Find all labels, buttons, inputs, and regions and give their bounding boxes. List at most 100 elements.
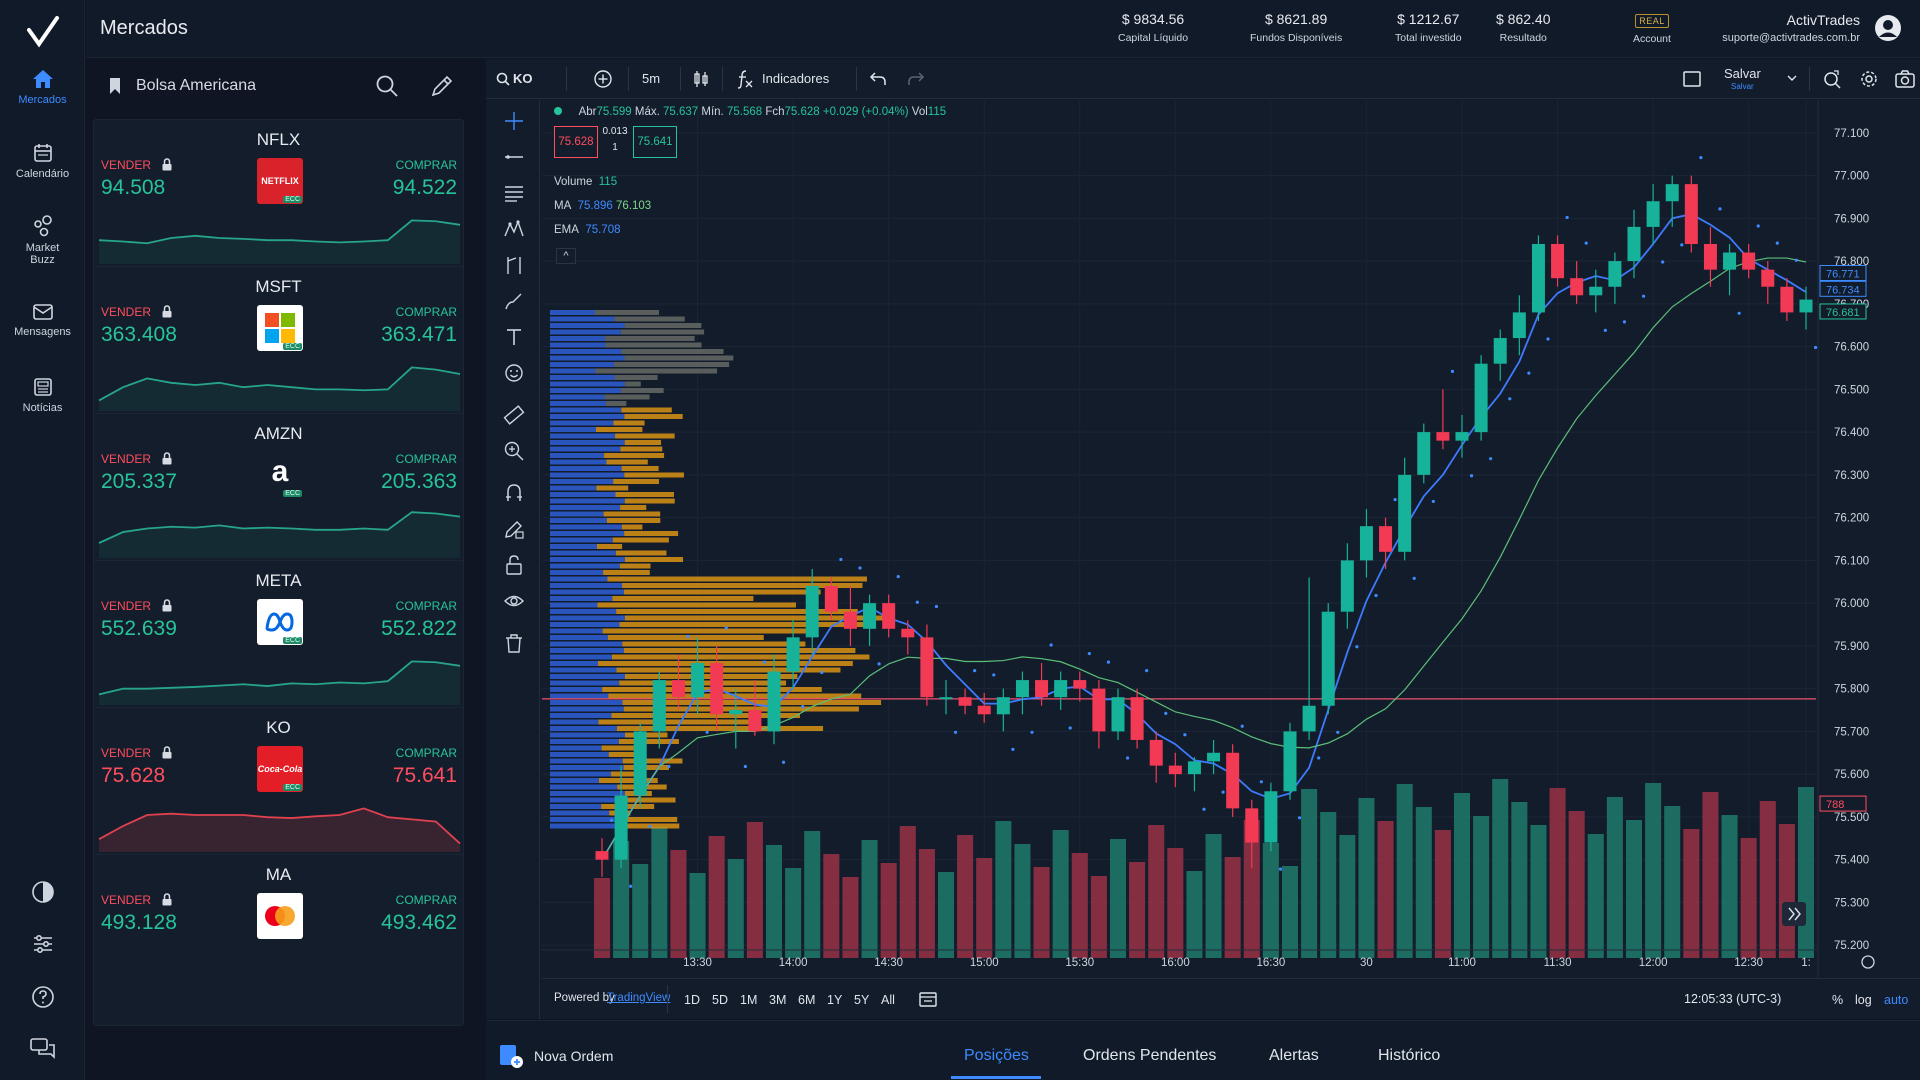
- watchlist-card-ma[interactable]: MA VENDER COMPRAR 493.128 493.462: [93, 854, 464, 1026]
- compare-add-icon[interactable]: [593, 69, 613, 89]
- pattern-tool-icon[interactable]: [503, 218, 525, 240]
- sell-price[interactable]: 493.128: [101, 911, 177, 935]
- stat-account[interactable]: REAL Account: [1633, 11, 1671, 45]
- theme-toggle-button[interactable]: [0, 880, 85, 909]
- symbol-search-icon[interactable]: [496, 72, 510, 86]
- collapse-legend-button[interactable]: ^: [556, 248, 576, 264]
- range-6m[interactable]: 6M: [798, 993, 815, 1007]
- percent-toggle[interactable]: %: [1832, 993, 1843, 1007]
- sell-price[interactable]: 94.508: [101, 176, 165, 200]
- horizontal-lines-icon[interactable]: [503, 182, 525, 204]
- tab-posicoes[interactable]: Posições: [964, 1047, 1029, 1065]
- cocacola-logo: Coca-Cola ECC: [257, 746, 303, 792]
- trend-line-icon[interactable]: [503, 146, 525, 168]
- activtrades-logo-icon[interactable]: [25, 14, 61, 50]
- sell-label[interactable]: VENDER: [101, 599, 151, 613]
- auto-toggle[interactable]: auto: [1884, 993, 1908, 1007]
- brush-icon[interactable]: [503, 290, 525, 312]
- rail-item-mensagens[interactable]: Mensagens: [0, 302, 85, 338]
- buy-price[interactable]: 94.522: [393, 176, 457, 200]
- undo-icon[interactable]: [869, 71, 887, 87]
- buy-price[interactable]: 205.363: [381, 470, 457, 494]
- new-order-button[interactable]: Nova Ordem: [534, 1048, 613, 1064]
- save-button[interactable]: Salvar: [1724, 66, 1761, 81]
- sell-label[interactable]: VENDER: [101, 746, 151, 760]
- buy-label[interactable]: COMPRAR: [396, 893, 457, 907]
- range-all[interactable]: All: [881, 993, 895, 1007]
- rail-item-calendario[interactable]: Calendário: [0, 142, 85, 180]
- camera-icon[interactable]: [1894, 69, 1916, 89]
- buy-price[interactable]: 493.462: [381, 911, 457, 935]
- emoji-icon[interactable]: [503, 362, 525, 384]
- range-5y[interactable]: 5Y: [854, 993, 869, 1007]
- watchlist-name[interactable]: Bolsa Americana: [136, 77, 256, 95]
- tradingview-link[interactable]: TradingView: [607, 992, 670, 1004]
- tab-alertas[interactable]: Alertas: [1269, 1047, 1319, 1065]
- psar-dot: [820, 670, 824, 675]
- search-icon[interactable]: [375, 74, 399, 98]
- new-order-icon[interactable]: [498, 1043, 524, 1069]
- text-tool-icon[interactable]: [503, 326, 525, 348]
- quick-search-icon[interactable]: [1822, 69, 1842, 89]
- gear-icon[interactable]: [1859, 69, 1879, 89]
- buy-price[interactable]: 75.641: [393, 764, 457, 788]
- tab-historico[interactable]: Histórico: [1378, 1047, 1440, 1065]
- help-button[interactable]: [0, 985, 85, 1014]
- chat-button[interactable]: [0, 1036, 85, 1065]
- magnet-icon[interactable]: [503, 482, 525, 504]
- redo-icon[interactable]: [907, 71, 925, 87]
- indicators-fx-icon[interactable]: [736, 69, 754, 89]
- fork-tool-icon[interactable]: [503, 254, 525, 276]
- user-avatar-icon[interactable]: [1874, 14, 1902, 42]
- zoom-in-icon[interactable]: [503, 440, 525, 462]
- edit-pencil-icon[interactable]: [430, 74, 454, 98]
- sell-label[interactable]: VENDER: [101, 452, 151, 466]
- sell-price[interactable]: 75.628: [101, 764, 165, 788]
- lock-icon[interactable]: [503, 554, 525, 576]
- range-1d[interactable]: 1D: [684, 993, 700, 1007]
- date-range-icon[interactable]: [918, 990, 938, 1008]
- range-1m[interactable]: 1M: [740, 993, 757, 1007]
- sell-price[interactable]: 552.639: [101, 617, 177, 641]
- candle-type-icon[interactable]: [691, 69, 711, 89]
- sell-label[interactable]: VENDER: [101, 893, 151, 907]
- sell-price[interactable]: 363.408: [101, 323, 177, 347]
- buy-price[interactable]: 363.471: [381, 323, 457, 347]
- buy-label[interactable]: COMPRAR: [396, 452, 457, 466]
- pencil-lock-icon[interactable]: [503, 518, 525, 540]
- ruler-icon[interactable]: [503, 404, 525, 426]
- clock-text[interactable]: 12:05:33 (UTC-3): [1684, 992, 1781, 1006]
- range-3m[interactable]: 3M: [769, 993, 786, 1007]
- sell-label[interactable]: VENDER: [101, 158, 151, 172]
- layout-icon[interactable]: [1682, 70, 1702, 88]
- buy-label[interactable]: COMPRAR: [396, 599, 457, 613]
- psar-dot: [1030, 730, 1034, 734]
- tab-ordens-pendentes[interactable]: Ordens Pendentes: [1083, 1047, 1216, 1065]
- log-toggle[interactable]: log: [1855, 993, 1872, 1007]
- buy-label[interactable]: COMPRAR: [396, 746, 457, 760]
- sell-label[interactable]: VENDER: [101, 305, 151, 319]
- rail-item-noticias[interactable]: Notícias: [0, 376, 85, 414]
- rail-item-mercados[interactable]: Mercados: [0, 68, 85, 106]
- range-1y[interactable]: 1Y: [827, 993, 842, 1007]
- buy-price[interactable]: 552.822: [381, 617, 457, 641]
- chart-sell-button[interactable]: 75.628: [554, 126, 598, 158]
- eye-icon[interactable]: [503, 590, 525, 612]
- buy-label[interactable]: COMPRAR: [396, 158, 457, 172]
- rail-item-market-buzz[interactable]: Market Buzz: [0, 214, 85, 266]
- interval-button[interactable]: 5m: [642, 71, 660, 86]
- chart-buy-button[interactable]: 75.641: [633, 126, 677, 158]
- candlestick-chart[interactable]: 77.10077.00076.90076.80076.70076.60076.5…: [542, 100, 1920, 978]
- symbol-label[interactable]: KO: [513, 71, 533, 86]
- trash-icon[interactable]: [503, 632, 525, 654]
- indicators-button[interactable]: Indicadores: [762, 71, 829, 86]
- price-chart[interactable]: 77.10077.00076.90076.80076.70076.60076.5…: [542, 100, 1920, 978]
- range-5d[interactable]: 5D: [712, 993, 728, 1007]
- settings-sliders-button[interactable]: [0, 933, 85, 960]
- chevron-down-icon[interactable]: [1786, 73, 1798, 83]
- sell-price[interactable]: 205.337: [101, 470, 177, 494]
- account-info[interactable]: ActivTrades suporte@activtrades.com.br: [1722, 12, 1860, 44]
- buy-label[interactable]: COMPRAR: [396, 305, 457, 319]
- bookmark-icon[interactable]: [108, 77, 122, 95]
- crosshair-icon[interactable]: [503, 110, 525, 132]
